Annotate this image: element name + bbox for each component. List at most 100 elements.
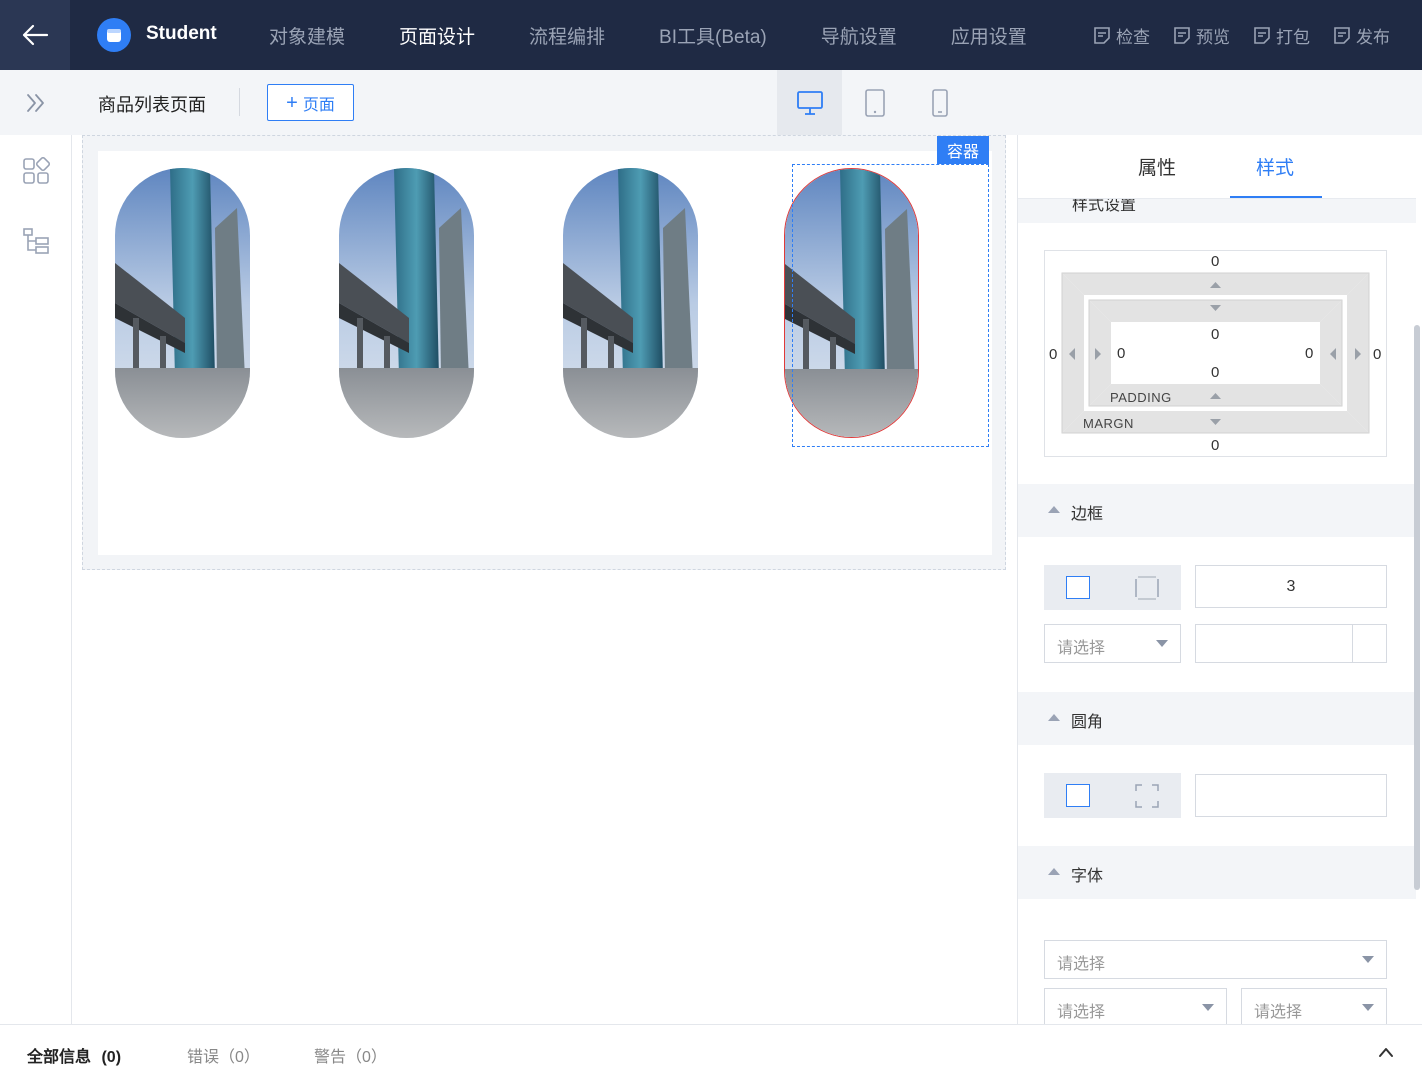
- border-section-title: 边框: [1071, 506, 1104, 523]
- box-model-editor: 0 0 0 0 0 0 0 0 PADDING MARGN: [1044, 250, 1387, 457]
- page-toolbar: 商品列表页面 + 页面: [0, 70, 1422, 135]
- building-photo: [339, 168, 474, 438]
- message-bar: 全部信息 (0) 错误（0） 警告（0）: [0, 1024, 1422, 1079]
- nav-object-modeling[interactable]: 对象建模: [269, 22, 345, 49]
- font-size-select[interactable]: 请选择: [1044, 988, 1227, 1024]
- collapse-messages-button[interactable]: [1378, 1045, 1394, 1059]
- border-mode-toggle[interactable]: [1044, 565, 1181, 610]
- panel-tabs: 属性 样式: [1018, 135, 1416, 199]
- border-style-select[interactable]: 请选择: [1044, 624, 1181, 663]
- arrow-left-icon: [22, 24, 49, 46]
- selection-outline: [792, 164, 989, 447]
- padding-top-value[interactable]: 0: [1211, 326, 1219, 343]
- border-individual-sides-icon[interactable]: [1134, 575, 1160, 601]
- document-icon: [1094, 27, 1110, 44]
- chevron-down-icon: [1362, 956, 1374, 963]
- double-chevron-right-icon: [27, 94, 44, 112]
- building-photo: [563, 168, 698, 438]
- radius-mode-toggle[interactable]: [1044, 773, 1181, 818]
- radius-section-title: 圆角: [1071, 714, 1104, 731]
- plus-icon: +: [286, 91, 298, 114]
- nav-page-design[interactable]: 页面设计: [399, 22, 475, 49]
- package-button[interactable]: 打包: [1252, 23, 1310, 48]
- building-image-2[interactable]: [339, 168, 474, 438]
- nav-navigation-settings[interactable]: 导航设置: [821, 22, 897, 49]
- border-all-sides-icon[interactable]: [1066, 576, 1090, 599]
- all-messages-count: (0): [101, 1049, 122, 1066]
- building-image-3[interactable]: [563, 168, 698, 438]
- all-messages-label: 全部信息: [27, 1049, 92, 1066]
- margin-label: MARGN: [1083, 416, 1134, 431]
- tree-structure-icon: [23, 228, 49, 254]
- warnings-label: 警告: [314, 1049, 347, 1066]
- margin-left-value[interactable]: 0: [1049, 346, 1057, 363]
- border-color-picker[interactable]: [1195, 624, 1387, 663]
- radius-section-header[interactable]: 圆角: [1018, 692, 1416, 745]
- page-container[interactable]: 容器: [82, 135, 1006, 570]
- nav-app-settings[interactable]: 应用设置: [951, 22, 1027, 49]
- tab-style[interactable]: 样式: [1256, 153, 1294, 180]
- app-icon: [107, 29, 121, 42]
- padding-label: PADDING: [1110, 390, 1172, 405]
- document-icon: [1174, 27, 1190, 44]
- preview-button[interactable]: 预览: [1172, 23, 1230, 48]
- padding-right-value[interactable]: 0: [1305, 345, 1313, 362]
- warnings-count: （0）: [346, 1049, 387, 1066]
- nav-flow-orchestration[interactable]: 流程编排: [529, 22, 605, 49]
- publish-button[interactable]: 发布: [1332, 23, 1390, 48]
- tab-all-messages[interactable]: 全部信息 (0): [27, 1043, 121, 1067]
- document-icon: [1334, 27, 1350, 44]
- tab-warnings[interactable]: 警告（0）: [314, 1043, 387, 1067]
- font-weight-select[interactable]: 请选择: [1241, 988, 1387, 1024]
- color-swatch-divider: [1352, 625, 1353, 662]
- components-button[interactable]: [22, 156, 51, 185]
- toolbar-divider: [239, 88, 240, 116]
- margin-top-value[interactable]: 0: [1211, 253, 1219, 270]
- add-page-button[interactable]: + 页面: [267, 84, 354, 121]
- design-canvas[interactable]: 容器: [72, 135, 1017, 1024]
- chevron-down-icon: [1202, 1004, 1214, 1011]
- container-tag[interactable]: 容器: [937, 136, 989, 164]
- components-icon: [23, 156, 51, 184]
- font-family-select[interactable]: 请选择: [1044, 940, 1387, 979]
- back-button[interactable]: [0, 0, 70, 70]
- caret-up-icon: [1048, 506, 1060, 513]
- device-phone-button[interactable]: [907, 70, 972, 135]
- padding-bottom-value[interactable]: 0: [1211, 364, 1219, 381]
- publish-label: 发布: [1356, 27, 1390, 47]
- nav-bi-tool[interactable]: BI工具(Beta): [659, 22, 767, 49]
- add-page-label: 页面: [302, 96, 335, 114]
- chevron-down-icon: [1362, 1004, 1374, 1011]
- caret-up-icon: [1048, 868, 1060, 875]
- radius-individual-corners-icon[interactable]: [1134, 783, 1160, 809]
- panel-scrollbar[interactable]: [1414, 325, 1420, 890]
- top-navigation-bar: Student 对象建模 页面设计 流程编排 BI工具(Beta) 导航设置 应…: [0, 0, 1422, 70]
- tab-properties[interactable]: 属性: [1138, 153, 1176, 180]
- left-rail: [0, 135, 72, 1024]
- margin-bottom-value[interactable]: 0: [1211, 437, 1219, 454]
- document-icon: [1254, 27, 1270, 44]
- device-desktop-button[interactable]: [777, 70, 842, 135]
- padding-left-value[interactable]: 0: [1117, 345, 1125, 362]
- radius-input[interactable]: [1195, 774, 1387, 817]
- border-width-input[interactable]: 3: [1195, 565, 1387, 608]
- radius-all-corners-icon[interactable]: [1066, 784, 1090, 807]
- font-size-placeholder: 请选择: [1057, 1004, 1106, 1021]
- style-panel: 样式设置 属性 样式 0 0 0 0 0 0 0 0 PADDING MARGN…: [1017, 135, 1422, 1024]
- tab-errors[interactable]: 错误（0）: [187, 1043, 260, 1067]
- device-tablet-button[interactable]: [842, 70, 907, 135]
- outline-tree-button[interactable]: [22, 227, 50, 255]
- border-section-header[interactable]: 边框: [1018, 484, 1416, 537]
- expand-panel-button[interactable]: [22, 90, 50, 116]
- errors-count: （0）: [219, 1049, 260, 1066]
- margin-right-value[interactable]: 0: [1373, 346, 1381, 363]
- header-actions: 检查 预览 打包 发布: [1070, 0, 1390, 70]
- chevron-down-icon: [1156, 640, 1168, 647]
- font-section-header[interactable]: 字体: [1018, 846, 1416, 899]
- font-family-placeholder: 请选择: [1057, 956, 1106, 973]
- check-button[interactable]: 检查: [1092, 23, 1150, 48]
- check-label: 检查: [1116, 27, 1150, 47]
- building-image-1[interactable]: [115, 168, 250, 438]
- font-section-title: 字体: [1071, 868, 1104, 885]
- preview-label: 预览: [1196, 27, 1230, 47]
